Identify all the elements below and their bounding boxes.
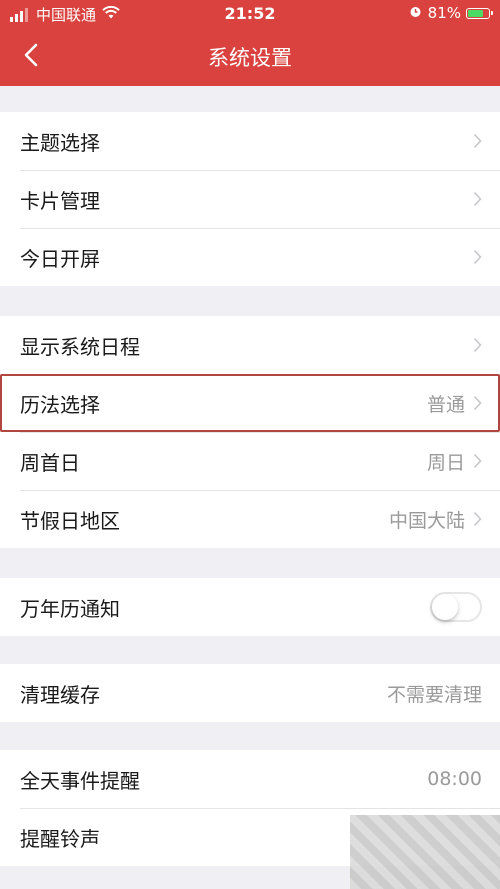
row-label: 主题选择 (20, 130, 100, 155)
row-label: 周首日 (20, 450, 80, 475)
row-holiday-region[interactable]: 节假日地区 中国大陆 (0, 490, 500, 548)
chevron-right-icon (473, 249, 482, 265)
row-value: 周日 (426, 451, 465, 474)
row-theme-select[interactable]: 主题选择 (0, 112, 500, 170)
row-value: 08:00 (427, 768, 482, 790)
notification-toggle[interactable] (430, 592, 482, 622)
row-today-splash[interactable]: 今日开屏 (0, 228, 500, 286)
row-card-management[interactable]: 卡片管理 (0, 170, 500, 228)
settings-group-calendar: 显示系统日程 历法选择 普通 周首日 周日 节假日地区 中国大陆 (0, 316, 500, 548)
settings-group-notification: 万年历通知 (0, 578, 500, 636)
page-title: 系统设置 (208, 46, 292, 70)
row-show-system-schedule[interactable]: 显示系统日程 (0, 316, 500, 374)
chevron-right-icon (473, 511, 482, 527)
row-label: 卡片管理 (20, 188, 100, 213)
row-value: 不需要清理 (386, 683, 482, 706)
row-value: 中国大陆 (388, 509, 465, 532)
row-calendar-type-select[interactable]: 历法选择 普通 (0, 374, 500, 432)
row-label: 全天事件提醒 (20, 768, 140, 793)
row-clear-cache[interactable]: 清理缓存 不需要清理 (0, 664, 500, 722)
status-right: 81% (409, 4, 493, 22)
row-label: 显示系统日程 (20, 334, 140, 359)
toggle-knob (432, 594, 458, 620)
row-label: 历法选择 (20, 392, 100, 417)
status-bar: 中国联通 21:52 81% (0, 0, 500, 28)
row-value: 普通 (426, 393, 465, 416)
battery-icon (466, 7, 493, 19)
alarm-icon (409, 5, 422, 22)
header: 中国联通 21:52 81% 系统设置 (0, 0, 500, 86)
row-label: 清理缓存 (20, 682, 100, 707)
pixelated-watermark (350, 815, 500, 889)
chevron-right-icon (473, 191, 482, 207)
settings-group-display: 主题选择 卡片管理 今日开屏 (0, 112, 500, 286)
settings-group-cache: 清理缓存 不需要清理 (0, 664, 500, 722)
battery-fill (468, 9, 483, 17)
row-label: 节假日地区 (20, 508, 120, 533)
row-week-start-day[interactable]: 周首日 周日 (0, 432, 500, 490)
battery-percentage: 81% (427, 4, 461, 22)
row-all-day-reminder[interactable]: 全天事件提醒 08:00 (0, 750, 500, 808)
chevron-right-icon (473, 133, 482, 149)
chevron-right-icon (473, 395, 482, 411)
chevron-right-icon (473, 337, 482, 353)
chevron-right-icon (473, 453, 482, 469)
row-label: 今日开屏 (20, 246, 100, 271)
row-calendar-notification: 万年历通知 (0, 578, 500, 636)
row-label: 万年历通知 (20, 596, 120, 621)
